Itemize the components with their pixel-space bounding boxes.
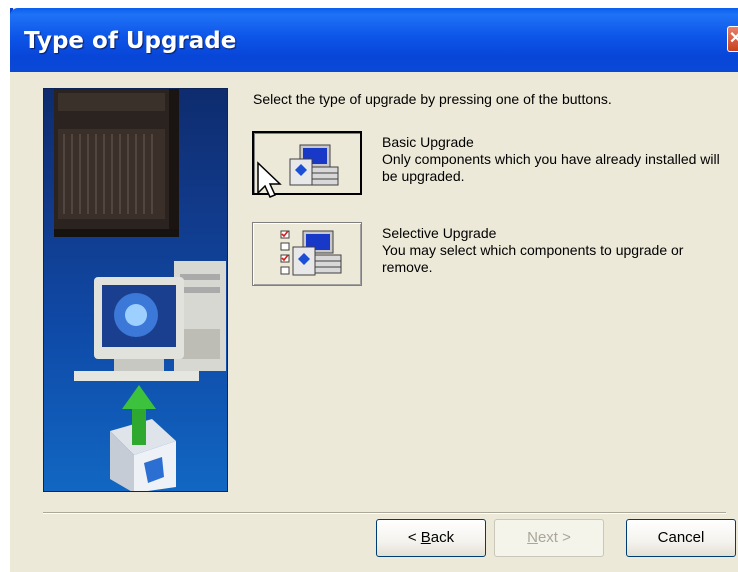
cancel-button[interactable]: Cancel — [626, 519, 736, 557]
next-button[interactable]: Next > — [494, 519, 604, 557]
close-button[interactable]: ✕ — [727, 26, 738, 52]
selective-upgrade-description: You may select which components to upgra… — [382, 242, 684, 275]
side-illustration — [43, 88, 228, 492]
server-tower-icon — [54, 89, 179, 237]
dialog-window: Type of Upgrade ✕ — [10, 8, 738, 572]
instruction-text: Select the type of upgrade by pressing o… — [253, 91, 612, 107]
dialog-content: Select the type of upgrade by pressing o… — [10, 72, 738, 572]
checklist-computer-icon — [280, 230, 342, 276]
mouse-cursor-icon — [257, 161, 282, 198]
basic-upgrade-button[interactable] — [252, 131, 362, 198]
package-upgrade-icon — [110, 385, 176, 491]
selective-upgrade-title: Selective Upgrade — [382, 225, 497, 241]
next-mnemonic: N — [527, 529, 538, 546]
window-title: Type of Upgrade — [24, 28, 237, 54]
cancel-label: Cancel — [657, 529, 705, 546]
selective-upgrade-button[interactable] — [252, 222, 362, 286]
back-rest: ack — [430, 529, 455, 546]
back-mnemonic: B — [420, 529, 431, 546]
hardware-illustration-icon — [54, 89, 226, 491]
back-prefix: < — [407, 529, 421, 546]
basic-upgrade-text: Basic Upgrade Only components which you … — [382, 134, 722, 185]
selective-upgrade-text: Selective Upgrade You may select which c… — [382, 225, 737, 276]
basic-upgrade-description: Only components which you have already i… — [382, 151, 720, 184]
desktop-computer-icon — [74, 261, 226, 381]
next-rest: ext > — [537, 529, 571, 546]
close-icon: ✕ — [729, 30, 738, 47]
footer-separator — [43, 512, 726, 514]
back-button[interactable]: < Back — [376, 519, 486, 557]
basic-upgrade-title: Basic Upgrade — [382, 134, 474, 150]
title-bar[interactable]: Type of Upgrade ✕ — [10, 8, 738, 72]
